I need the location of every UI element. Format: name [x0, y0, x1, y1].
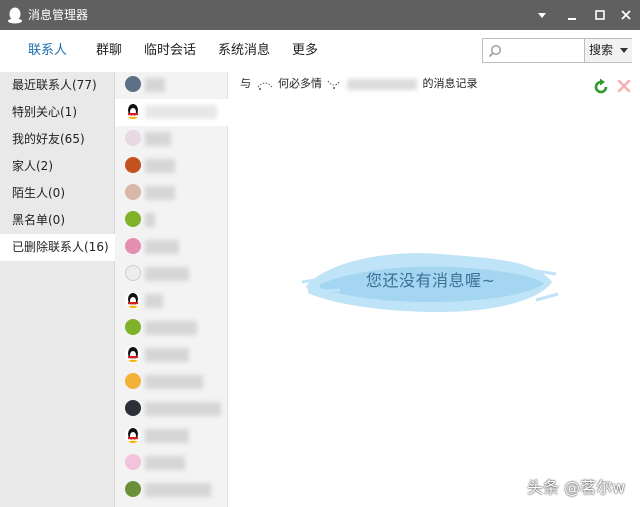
blurred-name: [145, 375, 203, 389]
blurred-name: [145, 483, 211, 497]
blurred-name: [145, 105, 217, 119]
blurred-name: [347, 78, 417, 90]
avatar: [125, 319, 141, 335]
blurred-name: [145, 348, 189, 362]
avatar: [125, 427, 141, 443]
avatar: [125, 76, 141, 92]
list-item[interactable]: [115, 207, 228, 234]
message-panel: 与 何必多情 的消息记录 您还没有消息喔~: [228, 72, 640, 507]
blurred-name: [145, 132, 171, 146]
avatar: [125, 373, 141, 389]
blurred-name: [145, 456, 185, 470]
list-item[interactable]: [115, 423, 228, 450]
avatar: [125, 481, 141, 497]
window-title: 消息管理器: [28, 8, 89, 22]
header-prefix: 与: [240, 77, 251, 90]
sparkle-icon: [327, 80, 340, 89]
refresh-icon[interactable]: [592, 78, 610, 96]
minimize-button[interactable]: [562, 5, 582, 25]
qq-penguin-icon: [128, 428, 138, 443]
tab-system-message[interactable]: 系统消息: [218, 43, 270, 59]
list-item[interactable]: [115, 153, 228, 180]
title-bar: 消息管理器: [0, 0, 640, 30]
avatar: [125, 346, 141, 362]
blurred-name: [145, 78, 165, 92]
search-icon: [488, 44, 502, 58]
contact-list: [115, 72, 228, 507]
blurred-name: [145, 321, 197, 335]
tab-temp-session[interactable]: 临时会话: [144, 43, 196, 59]
tab-more[interactable]: 更多: [292, 43, 318, 59]
blurred-name: [145, 402, 221, 416]
blurred-name: [145, 294, 163, 308]
maximize-button[interactable]: [590, 5, 610, 25]
empty-state: 您还没有消息喔~: [300, 242, 560, 322]
maximize-icon: [595, 10, 605, 20]
avatar: [125, 292, 141, 308]
blurred-name: [145, 240, 179, 254]
tab-contacts[interactable]: 联系人: [28, 43, 67, 59]
minimize-icon: [568, 18, 576, 20]
dropdown-menu-button[interactable]: [532, 5, 552, 25]
avatar: [125, 130, 141, 146]
blurred-name: [145, 159, 175, 173]
list-item[interactable]: [115, 261, 228, 288]
sidebar-item-blacklist[interactable]: 黑名单(0): [0, 207, 115, 234]
sidebar-item-deleted[interactable]: 已删除联系人(16): [0, 234, 115, 261]
watermark: 头条 @茗尔w: [527, 478, 626, 497]
list-item[interactable]: [115, 342, 228, 369]
list-item[interactable]: [115, 180, 228, 207]
sidebar-item-strangers[interactable]: 陌生人(0): [0, 180, 115, 207]
list-item[interactable]: [115, 450, 228, 477]
avatar: [125, 103, 141, 119]
delete-icon[interactable]: [616, 78, 632, 94]
search-button-label: 搜索: [589, 43, 614, 57]
list-item[interactable]: [115, 369, 228, 396]
list-item[interactable]: [115, 288, 228, 315]
sidebar-item-family[interactable]: 家人(2): [0, 153, 115, 180]
close-button[interactable]: [616, 5, 636, 25]
avatar: [125, 238, 141, 254]
qq-penguin-icon: [128, 104, 138, 119]
contact-name: 何必多情: [278, 77, 322, 90]
avatar: [125, 211, 141, 227]
category-sidebar: 最近联系人(77) 特别关心(1) 我的好友(65) 家人(2) 陌生人(0) …: [0, 72, 115, 507]
blurred-name: [145, 213, 155, 227]
close-icon: [621, 10, 631, 20]
search-button[interactable]: 搜索: [584, 39, 632, 62]
list-item[interactable]: [115, 396, 228, 423]
qq-penguin-icon: [8, 7, 22, 24]
search-box: 搜索: [482, 38, 632, 63]
list-item[interactable]: [115, 126, 228, 153]
search-input[interactable]: [505, 42, 581, 59]
qq-penguin-icon: [128, 347, 138, 362]
caret-down-icon: [538, 13, 546, 18]
list-item[interactable]: [115, 72, 228, 99]
sidebar-item-friends[interactable]: 我的好友(65): [0, 126, 115, 153]
avatar: [125, 157, 141, 173]
header-suffix: 的消息记录: [422, 77, 478, 90]
avatar: [125, 454, 141, 470]
empty-message: 您还没有消息喔~: [366, 271, 496, 290]
list-item[interactable]: [115, 315, 228, 342]
sidebar-item-recent[interactable]: 最近联系人(77): [0, 72, 115, 99]
list-item[interactable]: [115, 477, 228, 504]
list-item[interactable]: [115, 234, 228, 261]
avatar: [125, 400, 141, 416]
sidebar-item-special-care[interactable]: 特别关心(1): [0, 99, 115, 126]
message-record-header: 与 何必多情 的消息记录: [240, 77, 478, 91]
blurred-name: [145, 186, 175, 200]
list-item[interactable]: [115, 99, 228, 126]
avatar: [125, 265, 141, 281]
tab-group-chat[interactable]: 群聊: [96, 43, 122, 59]
blurred-name: [145, 267, 189, 281]
qq-penguin-icon: [128, 293, 138, 308]
chevron-down-icon: [620, 48, 628, 53]
blurred-name: [145, 429, 189, 443]
sparkle-icon: [257, 82, 272, 90]
avatar: [125, 184, 141, 200]
